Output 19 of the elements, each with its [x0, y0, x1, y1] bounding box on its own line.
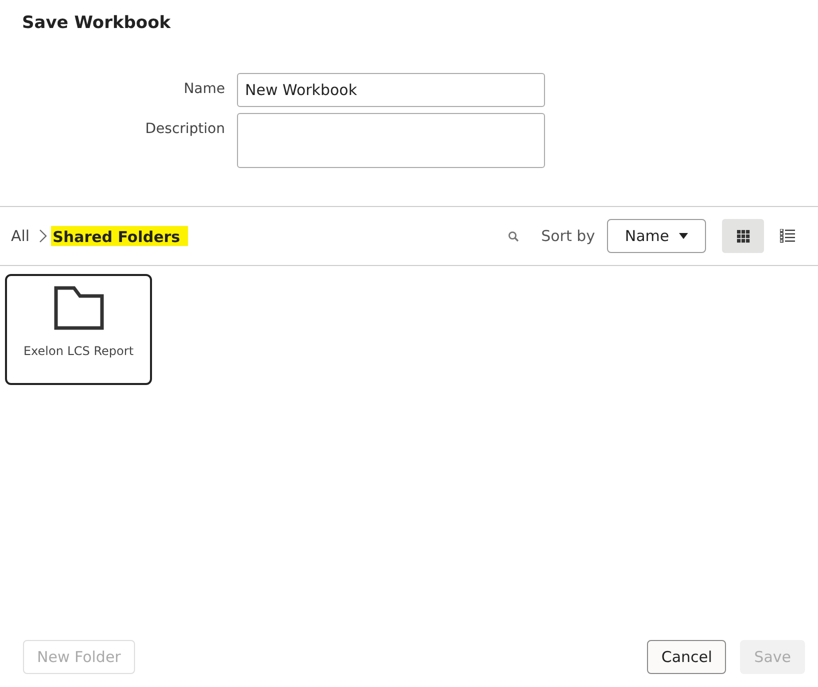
sort-label: Sort by: [541, 227, 595, 245]
cancel-button[interactable]: Cancel: [647, 640, 726, 674]
chevron-icon: [38, 229, 47, 243]
name-label: Name: [182, 80, 225, 97]
grid-icon: [736, 230, 750, 242]
folder-tile[interactable]: Exelon LCS Report: [5, 274, 152, 385]
breadcrumb-item[interactable]: All: [11, 227, 30, 245]
caret-icon: [679, 233, 688, 239]
breadcrumb-item[interactable]: Shared Folders: [50, 226, 188, 246]
description-label: Description: [144, 120, 225, 137]
sort-dropdown[interactable]: Name: [607, 219, 706, 253]
description-field[interactable]: [237, 113, 545, 168]
dialog-title: Save Workbook: [21, 12, 172, 35]
list-icon: [780, 229, 794, 243]
folder-name: Exelon LCS Report: [23, 344, 134, 358]
name-field[interactable]: New Workbook: [237, 73, 545, 107]
search-icon[interactable]: [508, 230, 520, 242]
folder-icon: [54, 286, 104, 330]
grid-view-button[interactable]: [722, 219, 764, 253]
